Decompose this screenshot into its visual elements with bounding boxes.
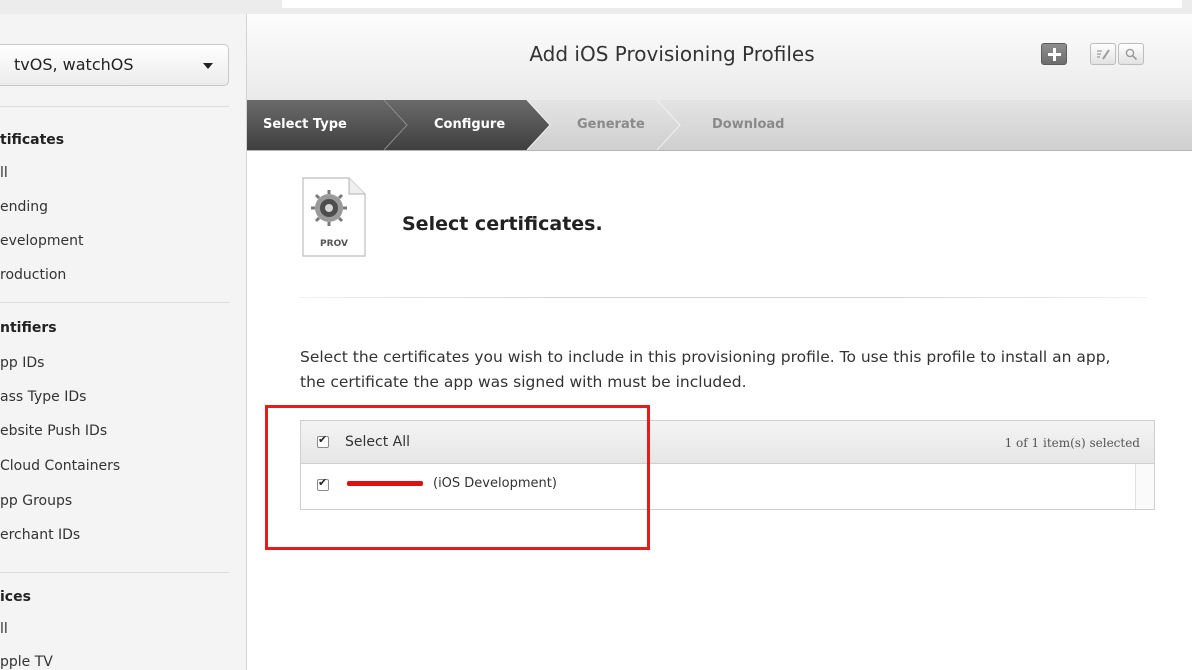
sidebar: tvOS, watchOS tificates ll ending evelop… [0, 14, 247, 670]
provisioning-file-icon: PROV [302, 177, 366, 257]
sidebar-item-icloud-containers[interactable]: Cloud Containers [0, 458, 120, 474]
search-icon [1125, 48, 1138, 61]
sidebar-item-apple-tv[interactable]: pple TV [0, 654, 53, 670]
step-configure: Configure [434, 117, 506, 132]
top-strip-bar [282, 0, 1182, 8]
sidebar-section-certificates: tificates [0, 132, 65, 148]
step-select-type: Select Type [263, 117, 347, 132]
step-divider [656, 100, 681, 150]
chevron-down-icon [203, 63, 213, 69]
sidebar-item-pass-type-ids[interactable]: ass Type IDs [0, 389, 86, 405]
section-heading: Select certificates. [402, 213, 603, 235]
divider [299, 297, 1147, 298]
sidebar-item-website-push-ids[interactable]: ebsite Push IDs [0, 423, 107, 439]
sidebar-section-identifiers: ntifiers [0, 320, 57, 336]
sidebar-item-devices-all[interactable]: ll [0, 621, 8, 637]
selection-count: 1 of 1 item(s) selected [1004, 436, 1140, 450]
highlight-annotation-box [265, 405, 650, 550]
sidebar-divider [0, 572, 229, 573]
top-strip [0, 0, 1192, 14]
edit-icon [1097, 49, 1110, 60]
sidebar-item-production[interactable]: roduction [0, 267, 66, 283]
sidebar-item-merchant-ids[interactable]: erchant IDs [0, 527, 80, 543]
sidebar-item-app-groups[interactable]: pp Groups [0, 493, 72, 509]
step-download: Download [712, 117, 785, 132]
step-generate: Generate [577, 117, 645, 132]
page-title: Add iOS Provisioning Profiles [529, 42, 815, 66]
add-button[interactable] [1041, 43, 1067, 65]
sidebar-item-pending[interactable]: ending [0, 199, 48, 215]
description-text: Select the certificates you wish to incl… [300, 348, 1111, 391]
sidebar-item-app-ids[interactable]: pp IDs [0, 355, 44, 371]
search-button[interactable] [1118, 43, 1144, 65]
sidebar-section-devices: ices [0, 589, 31, 605]
edit-button[interactable] [1090, 43, 1116, 65]
sidebar-divider [0, 106, 229, 107]
sidebar-item-certificates-all[interactable]: ll [0, 165, 8, 181]
sidebar-item-development[interactable]: evelopment [0, 233, 83, 249]
page-header: Add iOS Provisioning Profiles [247, 14, 1192, 101]
sidebar-divider [0, 302, 229, 303]
step-progress-bar: Select Type Configure Generate Download [247, 100, 1192, 151]
prov-label: PROV [320, 239, 348, 249]
platform-select-value: tvOS, watchOS [14, 55, 134, 74]
scrollbar[interactable] [1135, 464, 1154, 509]
platform-select[interactable]: tvOS, watchOS [0, 44, 229, 86]
